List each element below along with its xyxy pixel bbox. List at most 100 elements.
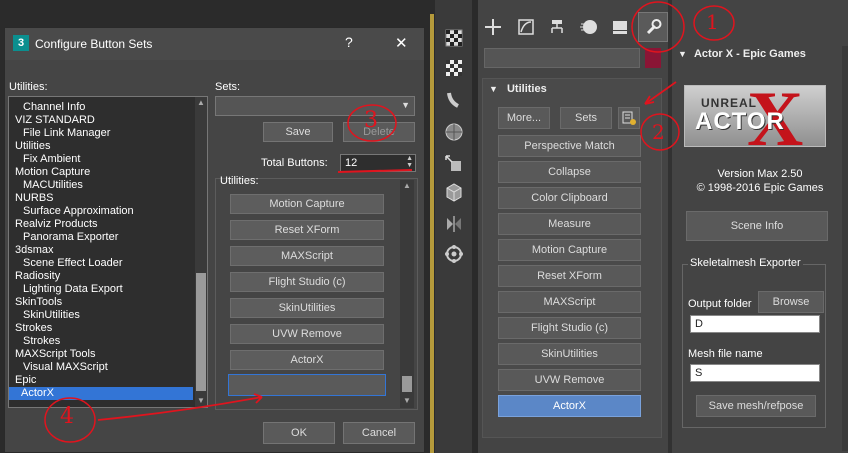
list-item[interactable]: Strokes <box>11 335 60 348</box>
utility-button[interactable]: Perspective Match <box>498 135 641 157</box>
scene-info-button[interactable]: Scene Info <box>686 211 828 241</box>
scroll-down-icon[interactable]: ▼ <box>403 396 411 405</box>
spinner-arrows-icon[interactable]: ▲ ▼ <box>406 155 413 169</box>
list-item[interactable]: Channel Info <box>11 101 85 114</box>
array-icon[interactable] <box>441 242 467 266</box>
list-item[interactable]: File Link Manager <box>11 127 110 140</box>
name-field[interactable] <box>484 48 640 68</box>
configure-sets-button[interactable] <box>618 107 640 129</box>
list-item[interactable]: Panorama Exporter <box>11 231 118 244</box>
modify-tab-icon[interactable] <box>511 12 541 42</box>
collapse-arrow-icon: ▼ <box>489 84 498 94</box>
actorx-logo: X UNREAL ACTOR <box>684 85 826 147</box>
set-button[interactable]: MAXScript <box>230 246 384 266</box>
mesh-file-input[interactable]: S <box>690 364 820 382</box>
utilities-list-label: Utilities: <box>9 81 48 93</box>
list-item[interactable]: Realviz Products <box>11 218 98 231</box>
rollout-title: Utilities <box>506 83 547 95</box>
mesh-file-label: Mesh file name <box>688 348 763 360</box>
set-scrollbar[interactable]: ▲ ▼ <box>400 180 414 408</box>
list-item[interactable]: Strokes <box>11 322 52 335</box>
output-folder-input[interactable]: D <box>690 315 820 333</box>
browse-button[interactable]: Browse <box>758 291 824 313</box>
list-item[interactable]: MACUtilities <box>11 179 83 192</box>
list-item[interactable]: Utilities <box>11 140 50 153</box>
mirror-icon[interactable] <box>441 212 467 236</box>
list-item[interactable]: Visual MAXScript <box>11 361 108 374</box>
list-item[interactable]: Radiosity <box>11 270 60 283</box>
set-button[interactable]: Flight Studio (c) <box>230 272 384 292</box>
save-button[interactable]: Save <box>263 122 333 142</box>
delete-button[interactable]: Delete <box>343 122 415 142</box>
panel-scrollbar[interactable] <box>842 46 848 451</box>
close-button[interactable]: ✕ <box>395 34 408 52</box>
list-item[interactable]: Lighting Data Export <box>11 283 123 296</box>
help-button[interactable]: ? <box>345 34 353 50</box>
list-item[interactable]: NURBS <box>11 192 54 205</box>
utility-button[interactable]: Motion Capture <box>498 239 641 261</box>
utility-button[interactable]: Reset XForm <box>498 265 641 287</box>
utility-button[interactable]: MAXScript <box>498 291 641 313</box>
motion-tab-icon[interactable] <box>574 12 604 42</box>
total-buttons-spinner[interactable]: 12 ▲ ▼ <box>340 154 416 172</box>
utility-button[interactable]: Measure <box>498 213 641 235</box>
utilities-tab-icon[interactable] <box>638 12 668 42</box>
set-button[interactable]: Reset XForm <box>230 220 384 240</box>
list-item[interactable]: Motion Capture <box>11 166 90 179</box>
utility-button[interactable]: UVW Remove <box>498 369 641 391</box>
viewport-border <box>430 14 434 453</box>
actorx-rollout-header[interactable]: ▼ Actor X - Epic Games <box>678 48 806 60</box>
empty-set-slot[interactable] <box>228 374 386 396</box>
display-tab-icon[interactable] <box>605 12 635 42</box>
collapse-arrow-icon: ▼ <box>678 49 687 59</box>
sets-button[interactable]: Sets <box>560 107 612 129</box>
create-tab-icon[interactable] <box>478 12 508 42</box>
output-folder-label: Output folder <box>688 298 752 310</box>
set-button[interactable]: UVW Remove <box>230 324 384 344</box>
list-item[interactable]: ActorX <box>9 387 193 400</box>
list-item[interactable]: VIZ STANDARD <box>11 114 95 127</box>
utilities-set-label: Utilities: <box>220 175 259 187</box>
more-button[interactable]: More... <box>498 107 550 129</box>
color-swatch[interactable] <box>645 48 661 68</box>
list-item[interactable]: SkinUtilities <box>11 309 80 322</box>
rollout-utilities-header[interactable]: ▼ Utilities <box>489 83 547 95</box>
list-scrollbar[interactable]: ▲ ▼ <box>195 97 207 407</box>
utility-button[interactable]: SkinUtilities <box>498 343 641 365</box>
viewport-toolbar <box>435 0 472 453</box>
utilities-list[interactable]: Channel Info VIZ STANDARD File Link Manage… <box>8 96 208 408</box>
scroll-up-icon[interactable]: ▲ <box>403 181 411 190</box>
list-item[interactable]: Epic <box>11 374 36 387</box>
set-button[interactable]: ActorX <box>230 350 384 370</box>
sets-dropdown[interactable]: ▼ <box>215 96 415 116</box>
utility-button[interactable]: Flight Studio (c) <box>498 317 641 339</box>
list-item[interactable]: Scene Effect Loader <box>11 257 122 270</box>
checker-icon[interactable] <box>441 26 467 50</box>
utility-button[interactable]: Collapse <box>498 161 641 183</box>
list-item[interactable]: 3dsmax <box>11 244 54 257</box>
ok-button[interactable]: OK <box>263 422 335 444</box>
box-icon[interactable] <box>441 180 467 204</box>
transform-icon[interactable] <box>441 152 467 176</box>
dialog-title-bar[interactable]: 3 Configure Button Sets ? ✕ <box>5 28 424 60</box>
checker-small-icon[interactable] <box>441 56 467 80</box>
scroll-up-icon[interactable]: ▲ <box>197 98 205 107</box>
list-item[interactable]: Surface Approximation <box>11 205 134 218</box>
utility-button[interactable]: Color Clipboard <box>498 187 641 209</box>
list-item[interactable]: Fix Ambient <box>11 153 80 166</box>
bend-icon[interactable] <box>441 88 467 112</box>
scroll-down-icon[interactable]: ▼ <box>197 396 205 405</box>
list-item[interactable]: SkinTools <box>11 296 62 309</box>
scroll-thumb[interactable] <box>402 376 412 392</box>
set-button[interactable]: SkinUtilities <box>230 298 384 318</box>
cancel-button[interactable]: Cancel <box>343 422 415 444</box>
total-buttons-value: 12 <box>345 157 358 169</box>
scroll-thumb[interactable] <box>196 273 206 391</box>
sphere-icon[interactable] <box>441 120 467 144</box>
set-button[interactable]: Motion Capture <box>230 194 384 214</box>
logo-actor: ACTOR <box>695 108 785 135</box>
utility-button[interactable]: ActorX <box>498 395 641 417</box>
save-mesh-button[interactable]: Save mesh/refpose <box>696 395 816 417</box>
list-item[interactable]: MAXScript Tools <box>11 348 96 361</box>
hierarchy-tab-icon[interactable] <box>542 12 572 42</box>
